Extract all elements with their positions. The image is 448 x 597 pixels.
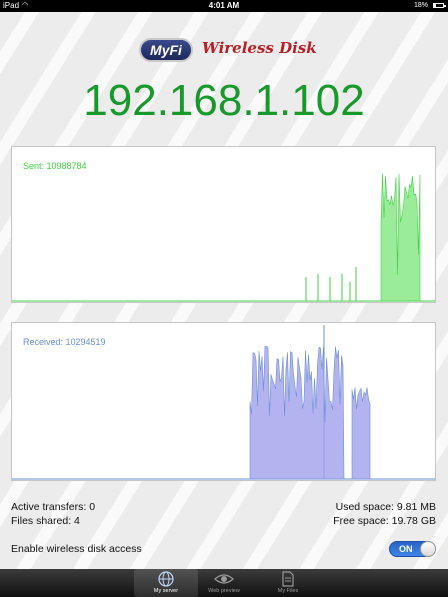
battery-level [434, 4, 436, 7]
toggle-state: ON [399, 544, 413, 554]
traffic-area [351, 387, 371, 480]
files-shared: Files shared: 4 [11, 515, 80, 527]
wireless-access-label: Enable wireless disk access [11, 543, 142, 555]
free-space: Free space: 19.78 GB [333, 515, 436, 527]
sent-traffic-chart: Sent: 10988784 [11, 146, 436, 303]
received-traffic-chart: Received: 10294519 [11, 322, 436, 481]
used-space: Used space: 9.81 MB [335, 501, 436, 513]
tab-my-server[interactable]: My server [134, 569, 198, 597]
received-label: Received: 10294519 [23, 337, 106, 347]
traffic-area [380, 173, 421, 302]
app-title: Wireless Disk [202, 39, 317, 57]
eye-icon [214, 574, 234, 584]
tab-label: My server [153, 588, 179, 594]
ip-address: 192.168.1.102 [83, 76, 365, 125]
status-bar: iPad ◠ 4:01 AM 18% [0, 0, 448, 12]
tab-label: Web preview [208, 588, 240, 594]
sent-label: Sent: 10988784 [23, 161, 87, 171]
tab-my-files[interactable]: My Files [256, 569, 320, 597]
tab-bar: My server Web preview My Files [0, 569, 448, 597]
document-icon [282, 571, 294, 587]
tab-label: My Files [277, 588, 299, 594]
toggle-knob[interactable] [420, 541, 436, 557]
traffic-area [249, 346, 345, 480]
tab-web-preview[interactable]: Web preview [192, 569, 256, 597]
globe-icon [158, 571, 174, 587]
battery-percent: 18% [413, 2, 428, 9]
clock: 4:01 AM [208, 1, 240, 10]
battery-icon [433, 3, 446, 8]
active-transfers: Active transfers: 0 [11, 501, 96, 513]
wireless-access-toggle[interactable]: ON [389, 541, 436, 557]
myfi-badge: MyFi [139, 38, 193, 62]
